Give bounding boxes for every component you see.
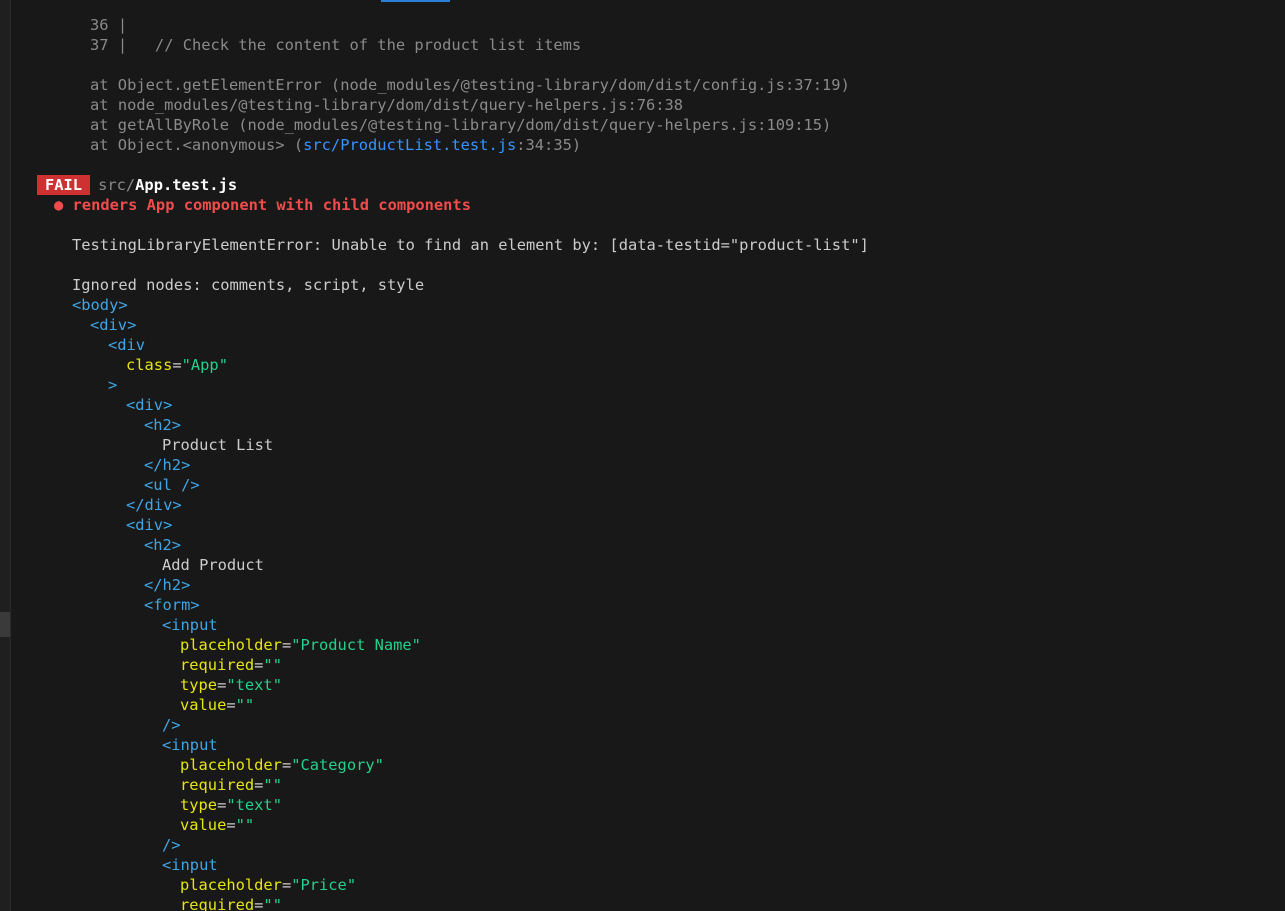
attr-eq: =: [172, 356, 182, 374]
dom-input-open: <input: [162, 736, 218, 754]
dom-h2-close: </h2>: [144, 456, 191, 474]
stack-frame: at node_modules/@testing-library/dom/dis…: [90, 95, 683, 115]
stack-suffix: ): [840, 76, 850, 94]
test-file-dir: src/: [98, 176, 136, 194]
attr-value: "": [263, 656, 282, 674]
dom-div-open: <div>: [126, 396, 173, 414]
attr-name: placeholder: [180, 876, 282, 894]
stack-frame: at Object.getElementError (node_modules/…: [90, 75, 850, 95]
attr-value: "": [235, 816, 255, 834]
line-number: 36: [90, 16, 109, 34]
dom-self-close: />: [162, 836, 181, 854]
attr-name: placeholder: [180, 636, 282, 654]
code-frame-line-37: 37 | // Check the content of the product…: [90, 35, 581, 55]
dom-tag-close-bracket: >: [108, 376, 118, 394]
attr-value: "": [263, 776, 282, 794]
attr-name: value: [180, 816, 227, 834]
dom-type-attr: type="text": [180, 675, 282, 695]
dom-required-attr: required="": [180, 775, 282, 795]
attr-value: "text": [226, 676, 282, 694]
dom-input-open: <input: [162, 616, 218, 634]
stack-path: node_modules/@testing-library/dom/dist/q…: [117, 96, 628, 114]
dom-value-attr: value="": [180, 815, 254, 835]
attr-value: "App": [181, 356, 228, 374]
terminal-panel[interactable]: 36 | 37 | // Check the content of the pr…: [0, 0, 1285, 911]
dom-required-attr: required="": [180, 895, 282, 911]
stack-location: :76:38: [627, 96, 684, 114]
code-frame-line-36: 36 |: [90, 15, 127, 35]
dom-h2-open: <h2>: [144, 536, 182, 554]
stack-frame: at getAllByRole (node_modules/@testing-l…: [90, 115, 831, 135]
stack-path: node_modules/@testing-library/dom/dist/q…: [247, 116, 758, 134]
attr-name: required: [180, 656, 255, 674]
attr-value: "text": [226, 796, 282, 814]
attr-value: "Product Name": [291, 636, 421, 654]
stack-suffix: ): [822, 116, 832, 134]
attr-eq: =: [281, 876, 292, 894]
fail-header: FAIL src/App.test.js: [37, 175, 237, 195]
stack-prefix: at: [90, 96, 118, 114]
line-separator: |: [117, 16, 128, 34]
code-comment: // Check the content of the product list…: [154, 36, 582, 54]
attr-eq: =: [281, 756, 292, 774]
attr-name: placeholder: [180, 756, 282, 774]
dom-self-close: />: [162, 716, 181, 734]
attr-value: "": [235, 696, 255, 714]
test-file-name[interactable]: App.test.js: [135, 176, 237, 194]
dom-value-attr: value="": [180, 695, 254, 715]
attr-name: type: [180, 676, 218, 694]
left-gutter: [0, 0, 11, 911]
dom-placeholder-attr: placeholder="Category": [180, 755, 384, 775]
stack-path: node_modules/@testing-library/dom/dist/c…: [340, 76, 785, 94]
attr-value: "Category": [291, 756, 384, 774]
dom-text-product-list: Product List: [162, 436, 274, 454]
dom-class-attr: class="App": [126, 355, 228, 375]
attr-eq: =: [281, 636, 292, 654]
dom-required-attr: required="": [180, 655, 282, 675]
attr-name: required: [180, 776, 255, 794]
error-message: TestingLibraryElementError: Unable to fi…: [72, 236, 869, 254]
line-number: 37: [90, 36, 109, 54]
dom-div-app-open: <div: [108, 336, 146, 354]
attr-name: required: [180, 896, 255, 911]
dom-div-open: <div>: [90, 316, 137, 334]
attr-value: "": [263, 896, 282, 911]
attr-eq: =: [217, 796, 227, 814]
gutter-marker: [0, 612, 10, 637]
stack-prefix: at Object.getElementError (: [90, 76, 341, 94]
attr-name: value: [180, 696, 227, 714]
dom-form-open: <form>: [144, 596, 200, 614]
scrollbar-thumb[interactable]: [381, 0, 450, 2]
stack-location: :34:35: [516, 136, 572, 154]
failed-test-name: ● renders App component with child compo…: [54, 196, 471, 214]
dom-div-close: </div>: [126, 496, 182, 514]
dom-text-add-product: Add Product: [162, 556, 264, 574]
line-separator: |: [117, 36, 128, 54]
stack-frame: at Object.<anonymous> (src/ProductList.t…: [90, 135, 581, 155]
stack-suffix: ): [571, 136, 582, 154]
dom-input-open: <input: [162, 856, 218, 874]
stack-prefix: at getAllByRole (: [90, 116, 248, 134]
attr-eq: =: [217, 676, 227, 694]
dom-h2-close: </h2>: [144, 576, 191, 594]
attr-eq: =: [226, 696, 236, 714]
dom-placeholder-attr: placeholder="Product Name": [180, 635, 421, 655]
dom-body-open: <body>: [72, 296, 128, 314]
attr-name: type: [180, 796, 218, 814]
attr-eq: =: [226, 816, 236, 834]
dom-ul-self: <ul />: [144, 476, 200, 494]
attr-name: class: [126, 356, 173, 374]
stack-location: :109:15: [757, 116, 823, 134]
dom-placeholder-attr: placeholder="Price": [180, 875, 356, 895]
attr-value: "Price": [291, 876, 357, 894]
stack-location: :37:19: [784, 76, 841, 94]
ignored-nodes-note: Ignored nodes: comments, script, style: [72, 276, 425, 294]
dom-type-attr: type="text": [180, 795, 282, 815]
stack-prefix: at Object.<anonymous> (: [90, 136, 304, 154]
fail-badge: FAIL: [37, 175, 91, 195]
dom-h2-open: <h2>: [144, 416, 182, 434]
dom-div-open: <div>: [126, 516, 173, 534]
stack-file-link[interactable]: src/ProductList.test.js: [303, 136, 516, 154]
